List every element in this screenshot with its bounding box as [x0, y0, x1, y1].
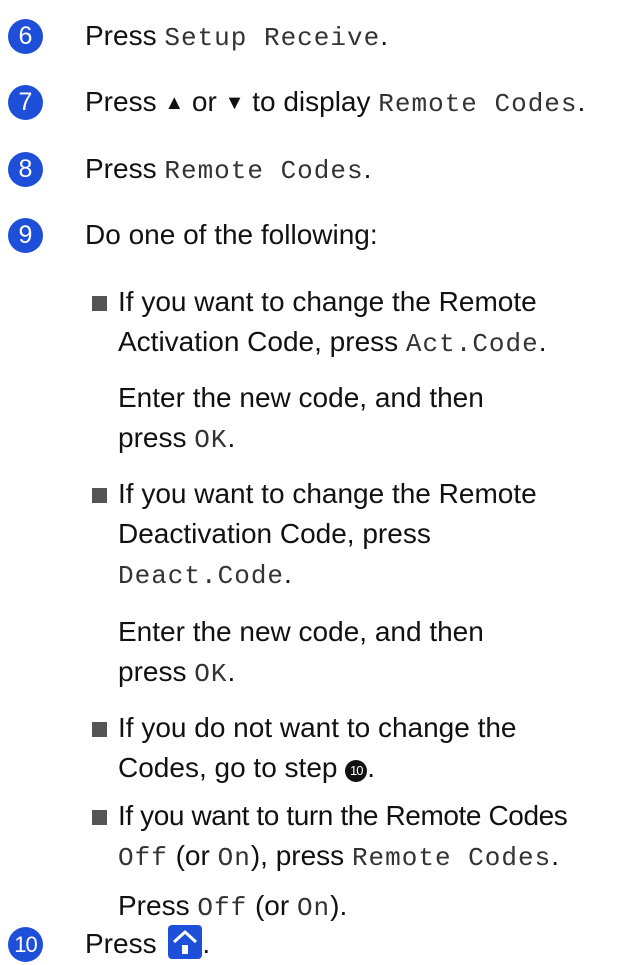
step-9: 9 Do one of the following: [8, 217, 378, 255]
step-text-prefix: Press [85, 153, 165, 184]
bullet-text: Activation Code, press [118, 326, 406, 357]
lcd-button-label: Remote Codes [164, 156, 364, 186]
lcd-button-label: OK [194, 425, 228, 455]
list-item: If you want to change the Remote Activat… [92, 282, 618, 364]
step-number-badge: 6 [8, 19, 43, 54]
bullet-line: If you do not want to change the [118, 712, 517, 743]
bullet-line: If you want to change the Remote [118, 286, 537, 317]
step-text-suffix: . [380, 20, 388, 51]
bullet-square-icon [92, 296, 107, 311]
step-number-badge: 8 [8, 152, 43, 187]
lcd-button-label: Deact.Code [118, 561, 285, 591]
bullet-text: ), press [250, 840, 352, 871]
bullet-text: . [538, 326, 547, 357]
step-8: 8 Press Remote Codes. [8, 151, 371, 191]
sub-text: . [227, 656, 236, 687]
bullet-line: Deactivation Code, press [118, 518, 431, 549]
bullet-text: (or [167, 840, 218, 871]
step-number-badge: 9 [8, 218, 43, 253]
step-text-prefix: Press [85, 20, 165, 51]
sub-paragraph: Enter the new code, and then press OK. [118, 612, 618, 694]
step-10: 10 Press . [8, 924, 210, 964]
sub-text: press [118, 656, 195, 687]
step-number-badge: 10 [8, 927, 43, 962]
list-item: If you want to change the Remote Deactiv… [92, 474, 618, 596]
step-text-suffix: . [363, 153, 372, 184]
bullet-square-icon [92, 810, 107, 825]
step-text-prefix: Press [85, 86, 165, 117]
step-text: Press Remote Codes. [85, 149, 371, 191]
lcd-button-label: Off [118, 843, 168, 873]
bullet-line: If you want to change the Remote [118, 478, 537, 509]
step-reference-icon: 10 [345, 760, 368, 782]
sub-text: . [227, 422, 236, 453]
step-7: 7 Press ▲ or ▼ to display Remote Codes. [8, 84, 585, 124]
sub-line: press OK. [118, 652, 618, 694]
bullet-square-icon [92, 722, 107, 737]
lcd-button-label: OK [194, 659, 228, 689]
lcd-button-label: On [217, 843, 251, 873]
sub-line: press OK. [118, 418, 618, 460]
lcd-button-label: On [296, 893, 331, 923]
lcd-display-label: Remote Codes [378, 89, 578, 119]
bullet-line: Deact.Code. [118, 554, 618, 596]
step-6: 6 Press Setup Receive. [8, 18, 388, 58]
list-item: If you want to turn the Remote Codes Off… [92, 796, 618, 878]
sub-text: (or [247, 890, 297, 921]
sub-line: Enter the new code, and then [118, 616, 484, 647]
step-text-prefix: Press [85, 928, 165, 959]
up-arrow-icon: ▲ [164, 92, 185, 114]
bullet-text: Codes, go to step [118, 752, 346, 783]
bullet-line: If you want to turn the Remote Codes [118, 800, 568, 831]
step-text-suffix: . [577, 86, 586, 117]
step-text: Press Setup Receive. [85, 16, 388, 58]
home-icon [168, 925, 203, 959]
lcd-button-label: Act.Code [405, 329, 539, 359]
step-text-suffix: . [202, 928, 211, 959]
lcd-button-label: Setup Receive [164, 23, 381, 53]
bullet-line: Off (or On), press Remote Codes. [118, 836, 618, 878]
step-number-badge: 7 [8, 85, 43, 120]
list-item: If you do not want to change the Codes, … [92, 708, 618, 788]
bullet-text: . [551, 840, 559, 871]
step-text: Press ▲ or ▼ to display Remote Codes. [85, 82, 585, 124]
sub-text: ). [330, 890, 348, 921]
sub-text: press [118, 422, 195, 453]
step-text: Press . [85, 924, 210, 964]
sub-paragraph: Enter the new code, and then press OK. [118, 378, 618, 460]
bullet-text: . [367, 752, 376, 783]
step-text: Do one of the following: [85, 219, 378, 250]
sub-paragraph: Press Off (or On). [118, 886, 618, 928]
bullet-line: Codes, go to step 10. [118, 748, 618, 788]
bullet-square-icon [92, 488, 107, 503]
sub-line: Press Off (or On). [118, 886, 618, 928]
bullet-text: . [284, 558, 292, 589]
bullet-line: Activation Code, press Act.Code. [118, 322, 618, 364]
sub-line: Enter the new code, and then [118, 382, 484, 413]
lcd-button-label: Off [197, 893, 248, 923]
down-arrow-icon: ▼ [224, 92, 245, 114]
step-text-mid: to display [244, 86, 379, 117]
step-text-or: or [184, 86, 225, 117]
lcd-button-label: Remote Codes [351, 843, 552, 873]
sub-text: Press [118, 890, 198, 921]
